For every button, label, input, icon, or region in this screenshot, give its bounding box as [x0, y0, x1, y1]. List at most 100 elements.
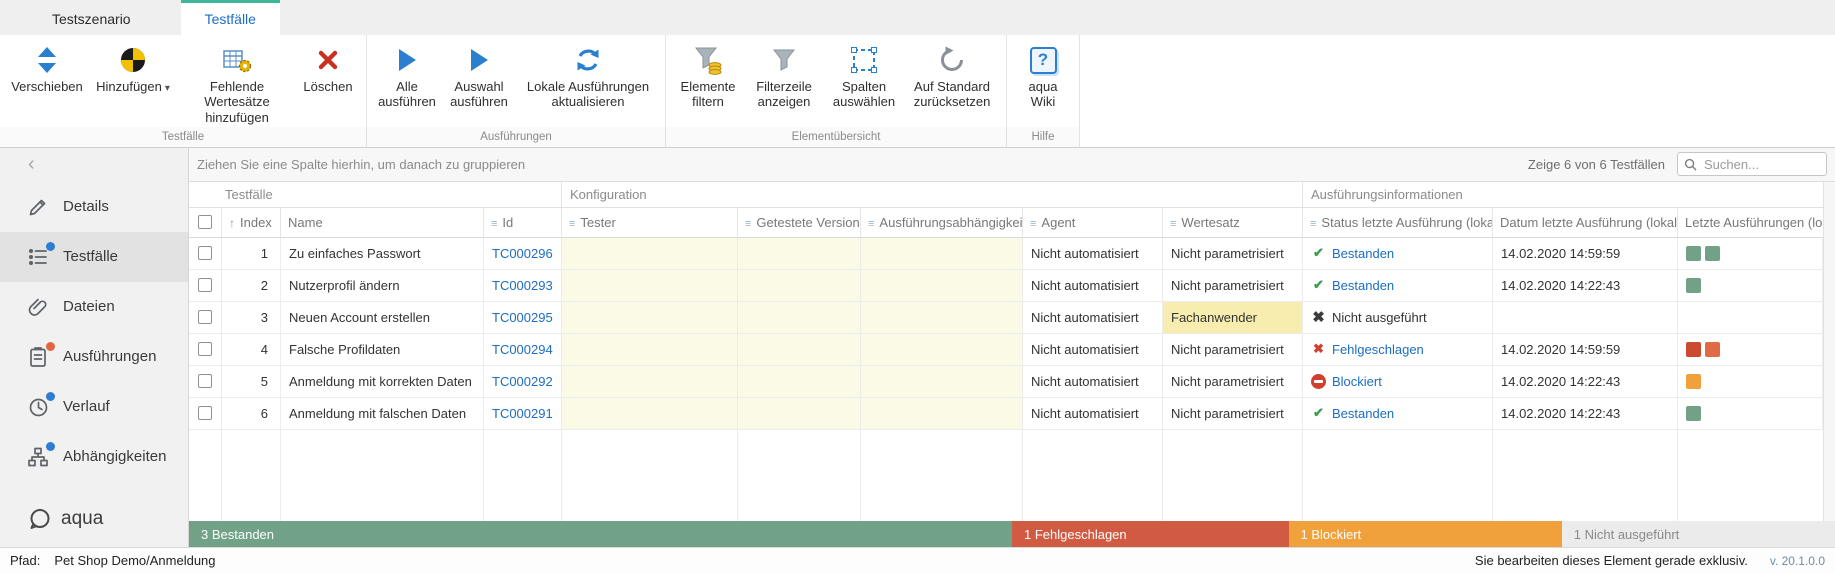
- cell-wertesatz[interactable]: Nicht parametrisiert: [1163, 334, 1303, 366]
- cell-id[interactable]: TC000293: [484, 270, 562, 302]
- cell-name[interactable]: Anmeldung mit korrekten Daten: [281, 366, 484, 398]
- cell-dependency[interactable]: [861, 366, 1023, 398]
- sidebar-item-details[interactable]: Details: [0, 182, 188, 232]
- row-checkbox[interactable]: [198, 342, 212, 356]
- column-menu-icon[interactable]: [868, 215, 874, 230]
- header-agent[interactable]: Agent: [1023, 208, 1163, 238]
- header-name[interactable]: Name: [281, 208, 484, 238]
- execution-square[interactable]: [1686, 278, 1701, 293]
- row-checkbox[interactable]: [198, 310, 212, 324]
- fehlende-wertesaetze-button[interactable]: Fehlende Wertesätze hinzufügen: [178, 39, 296, 127]
- auswahl-ausfuehren-button[interactable]: Auswahl ausführen: [441, 39, 517, 112]
- cell-name[interactable]: Neuen Account erstellen: [281, 302, 484, 334]
- cell-tester[interactable]: [562, 238, 738, 270]
- cell-dependency[interactable]: [861, 270, 1023, 302]
- sidebar-item-ausfuehrungen[interactable]: Ausführungen: [0, 332, 188, 382]
- column-menu-icon[interactable]: [745, 215, 751, 230]
- execution-square[interactable]: [1686, 406, 1701, 421]
- cell-id[interactable]: TC000291: [484, 398, 562, 430]
- sidebar-item-abhaengigkeiten[interactable]: Abhängigkeiten: [0, 432, 188, 482]
- cell-status[interactable]: Bestanden: [1303, 398, 1493, 430]
- sidebar-item-dateien[interactable]: Dateien: [0, 282, 188, 332]
- cell-agent[interactable]: Nicht automatisiert: [1023, 398, 1163, 430]
- elemente-filtern-button[interactable]: Elemente filtern: [672, 39, 744, 112]
- search-box[interactable]: [1677, 152, 1827, 176]
- cell-tester[interactable]: [562, 270, 738, 302]
- execution-square[interactable]: [1686, 246, 1701, 261]
- cell-dependency[interactable]: [861, 302, 1023, 334]
- cell-id[interactable]: TC000296: [484, 238, 562, 270]
- cell-status[interactable]: Fehlgeschlagen: [1303, 334, 1493, 366]
- cell-wertesatz[interactable]: Nicht parametrisiert: [1163, 238, 1303, 270]
- cell-agent[interactable]: Nicht automatisiert: [1023, 238, 1163, 270]
- cell-tester[interactable]: [562, 398, 738, 430]
- tab-testszenario[interactable]: Testszenario: [28, 0, 155, 35]
- cell-status[interactable]: Bestanden: [1303, 238, 1493, 270]
- cell-version[interactable]: [738, 366, 861, 398]
- header-ausfuehrungsabhaengigkeit[interactable]: Ausführungsabhängigkeit: [861, 208, 1023, 238]
- header-index[interactable]: Index: [222, 208, 281, 238]
- cell-status[interactable]: Bestanden: [1303, 270, 1493, 302]
- execution-square[interactable]: [1705, 342, 1720, 357]
- cell-name[interactable]: Zu einfaches Passwort: [281, 238, 484, 270]
- cell-id[interactable]: TC000295: [484, 302, 562, 334]
- cell-status[interactable]: Blockiert: [1303, 366, 1493, 398]
- cell-agent[interactable]: Nicht automatisiert: [1023, 302, 1163, 334]
- alle-ausfuehren-button[interactable]: Alle ausführen: [373, 39, 441, 112]
- cell-id[interactable]: TC000294: [484, 334, 562, 366]
- spalten-auswaehlen-button[interactable]: Spalten auswählen: [824, 39, 904, 112]
- cell-status[interactable]: Nicht ausgeführt: [1303, 302, 1493, 334]
- execution-square[interactable]: [1705, 246, 1720, 261]
- cell-name[interactable]: Falsche Profildaten: [281, 334, 484, 366]
- cell-id[interactable]: TC000292: [484, 366, 562, 398]
- search-input[interactable]: [1702, 156, 1820, 173]
- column-menu-icon[interactable]: [569, 215, 575, 230]
- cell-wertesatz[interactable]: Nicht parametrisiert: [1163, 270, 1303, 302]
- column-menu-icon[interactable]: [1030, 215, 1036, 230]
- cell-dependency[interactable]: [861, 334, 1023, 366]
- tab-testfaelle[interactable]: Testfälle: [181, 0, 280, 35]
- verschieben-button[interactable]: Verschieben: [6, 39, 88, 96]
- cell-name[interactable]: Nutzerprofil ändern: [281, 270, 484, 302]
- cell-agent[interactable]: Nicht automatisiert: [1023, 270, 1163, 302]
- header-status[interactable]: Status letzte Ausführung (lokal): [1303, 208, 1493, 238]
- cell-dependency[interactable]: [861, 238, 1023, 270]
- cell-name[interactable]: Anmeldung mit falschen Daten: [281, 398, 484, 430]
- cell-tester[interactable]: [562, 334, 738, 366]
- header-letzte-ausfuehrungen[interactable]: Letzte Ausführungen (lokal): [1678, 208, 1823, 238]
- cell-tester[interactable]: [562, 366, 738, 398]
- cell-version[interactable]: [738, 398, 861, 430]
- sort-ascending-icon[interactable]: [229, 215, 235, 230]
- row-checkbox[interactable]: [198, 278, 212, 292]
- vertical-scrollbar[interactable]: [1823, 182, 1835, 521]
- sidebar-item-verlauf[interactable]: Verlauf: [0, 382, 188, 432]
- hinzufuegen-button[interactable]: Hinzufügen: [88, 39, 178, 97]
- cell-version[interactable]: [738, 302, 861, 334]
- lokale-ausfuehrungen-aktualisieren-button[interactable]: Lokale Ausführungen aktualisieren: [517, 39, 659, 112]
- sidebar-collapse-button[interactable]: ‹: [0, 148, 188, 182]
- cell-version[interactable]: [738, 334, 861, 366]
- header-datum[interactable]: Datum letzte Ausführung (lokal): [1493, 208, 1678, 238]
- cell-wertesatz[interactable]: Fachanwender: [1163, 302, 1303, 334]
- auf-standard-zuruecksetzen-button[interactable]: Auf Standard zurücksetzen: [904, 39, 1000, 112]
- row-checkbox[interactable]: [198, 246, 212, 260]
- header-tester[interactable]: Tester: [562, 208, 738, 238]
- execution-square[interactable]: [1686, 342, 1701, 357]
- row-checkbox[interactable]: [198, 374, 212, 388]
- column-menu-icon[interactable]: [1310, 215, 1316, 230]
- cell-version[interactable]: [738, 238, 861, 270]
- dropdown-caret-icon[interactable]: [162, 79, 170, 94]
- cell-agent[interactable]: Nicht automatisiert: [1023, 366, 1163, 398]
- column-menu-icon[interactable]: [491, 215, 497, 230]
- header-wertesatz[interactable]: Wertesatz: [1163, 208, 1303, 238]
- column-menu-icon[interactable]: [1170, 215, 1176, 230]
- cell-version[interactable]: [738, 270, 861, 302]
- cell-wertesatz[interactable]: Nicht parametrisiert: [1163, 398, 1303, 430]
- group-by-bar[interactable]: Ziehen Sie eine Spalte hierhin, um danac…: [189, 148, 1835, 182]
- cell-tester[interactable]: [562, 302, 738, 334]
- cell-agent[interactable]: Nicht automatisiert: [1023, 334, 1163, 366]
- loeschen-button[interactable]: Löschen: [296, 39, 360, 96]
- cell-wertesatz[interactable]: Nicht parametrisiert: [1163, 366, 1303, 398]
- header-id[interactable]: Id: [484, 208, 562, 238]
- header-getestete-version[interactable]: Getestete Version: [738, 208, 861, 238]
